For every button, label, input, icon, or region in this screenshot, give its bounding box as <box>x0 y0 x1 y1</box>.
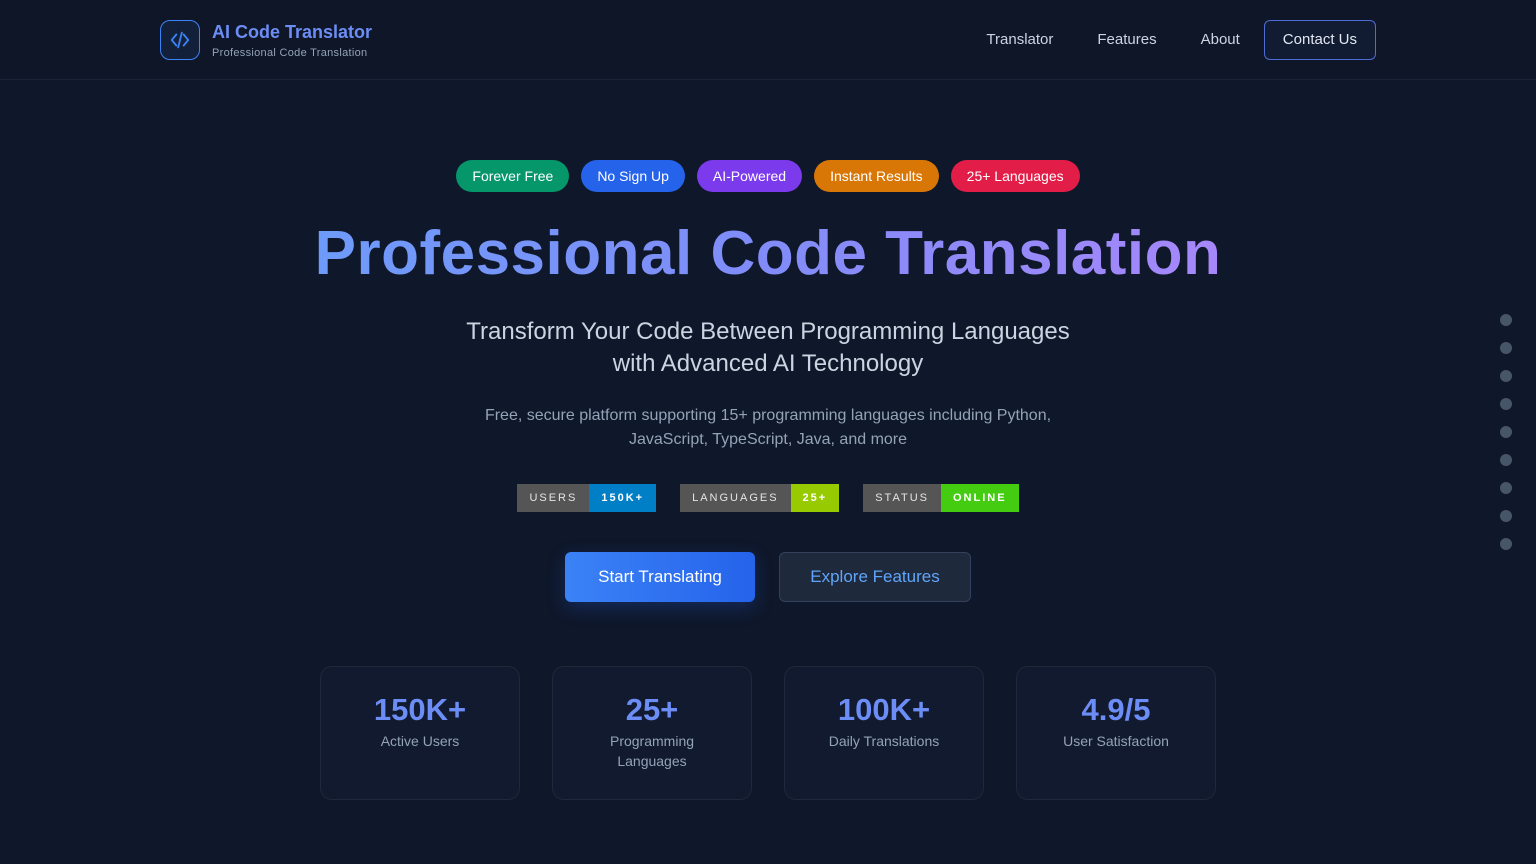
section-dot[interactable] <box>1500 342 1512 354</box>
stat-label: Active Users <box>380 733 460 749</box>
brand[interactable]: AI Code Translator Professional Code Tra… <box>160 20 372 60</box>
navbar: AI Code Translator Professional Code Tra… <box>0 0 1536 80</box>
pill-forever-free: Forever Free <box>456 160 570 192</box>
section-dot[interactable] <box>1500 538 1512 550</box>
badge-languages: LANGUAGES 25+ <box>680 484 840 512</box>
pill-no-sign-up: No Sign Up <box>581 160 685 192</box>
badge-languages-key: LANGUAGES <box>680 484 791 512</box>
badge-status: STATUS ONLINE <box>863 484 1019 512</box>
stat-label: Daily Translations <box>828 733 940 749</box>
stats-row: 150K+ Active Users 25+ Programming Langu… <box>320 666 1216 800</box>
code-brackets-icon <box>160 20 200 60</box>
hero-description: Free, secure platform supporting 15+ pro… <box>484 407 1052 448</box>
brand-title: AI Code Translator <box>212 22 373 42</box>
brand-text: AI Code Translator Professional Code Tra… <box>212 21 372 59</box>
stat-value: 4.9/5 <box>1081 692 1151 727</box>
hero-subtitle: Transform Your Code Between Programming … <box>368 316 1168 380</box>
stat-card-satisfaction: 4.9/5 User Satisfaction <box>1016 666 1216 800</box>
stat-card-translations: 100K+ Daily Translations <box>784 666 984 800</box>
nav-link-features[interactable]: Features <box>1097 20 1156 60</box>
badge-users-key: USERS <box>517 484 590 512</box>
stat-label: Programming Languages <box>609 733 695 769</box>
badge-users: USERS 150K+ <box>517 484 657 512</box>
brand-subtitle: Professional Code Translation <box>212 47 368 59</box>
section-dot[interactable] <box>1500 482 1512 494</box>
stat-value: 150K+ <box>373 692 467 727</box>
stat-card-users: 150K+ Active Users <box>320 666 520 800</box>
hero-subtitle-line2: with Advanced AI Technology <box>612 350 924 377</box>
pill-languages: 25+ Languages <box>950 160 1080 192</box>
section-dot[interactable] <box>1500 426 1512 438</box>
stat-value: 25+ <box>625 692 679 727</box>
nav-link-about[interactable]: About <box>1201 20 1240 60</box>
stat-value: 100K+ <box>837 692 931 727</box>
contact-us-button[interactable]: Contact Us <box>1263 20 1376 60</box>
hero-title: Professional Code Translation <box>0 218 1536 289</box>
badge-status-key: STATUS <box>863 484 941 512</box>
section-dot[interactable] <box>1500 454 1512 466</box>
badge-languages-value: 25+ <box>790 484 840 512</box>
badge-users-value: 150K+ <box>589 484 657 512</box>
feature-pills: Forever Free No Sign Up AI-Powered Insta… <box>0 160 1536 192</box>
pill-instant-results: Instant Results <box>814 160 939 192</box>
badge-status-value: ONLINE <box>940 484 1019 512</box>
cta-buttons: Start Translating Explore Features <box>0 552 1536 602</box>
nav-link-translator[interactable]: Translator <box>986 20 1053 60</box>
section-dot[interactable] <box>1500 314 1512 326</box>
status-badges: USERS 150K+ LANGUAGES 25+ STATUS ONLINE <box>0 484 1536 512</box>
hero-subtitle-line1: Transform Your Code Between Programming … <box>466 318 1070 345</box>
stat-label: User Satisfaction <box>1063 733 1169 749</box>
start-translating-button[interactable]: Start Translating <box>565 552 755 602</box>
section-dot[interactable] <box>1500 370 1512 382</box>
section-nav-dots <box>1500 314 1512 566</box>
explore-features-button[interactable]: Explore Features <box>779 552 971 602</box>
pill-ai-powered: AI-Powered <box>696 160 803 192</box>
stat-card-languages: 25+ Programming Languages <box>552 666 752 800</box>
section-dot[interactable] <box>1500 510 1512 522</box>
section-dot[interactable] <box>1500 398 1512 410</box>
nav-links: Translator Features About Contact Us <box>986 20 1376 60</box>
